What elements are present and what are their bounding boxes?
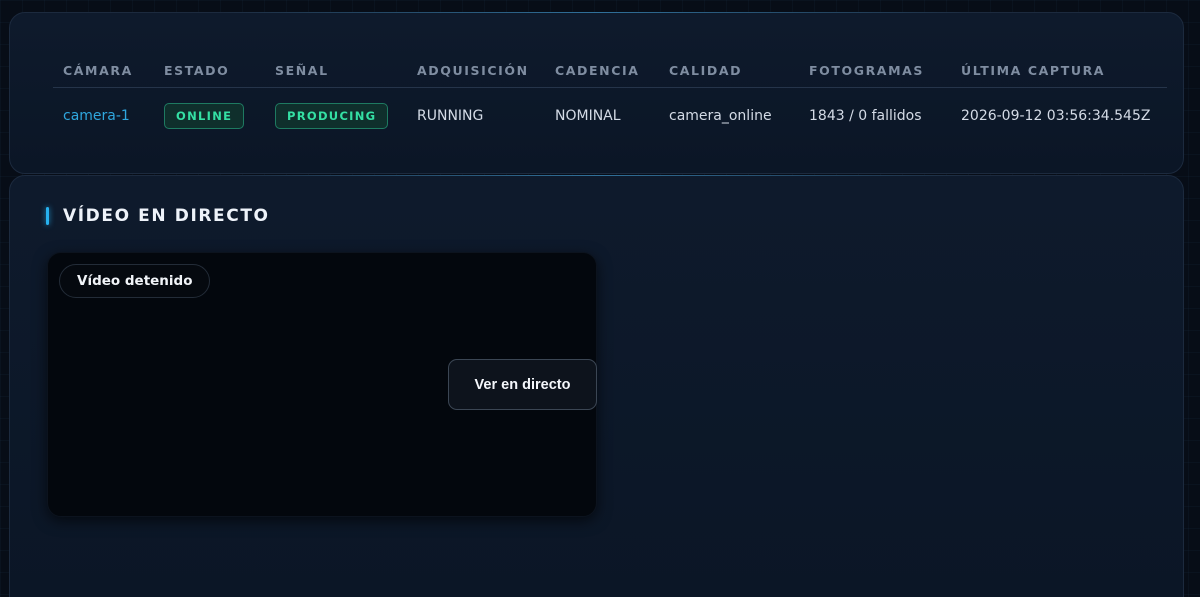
video-player: Vídeo detenido Ver en directo <box>47 252 597 517</box>
senal-cell: PRODUCING <box>265 87 407 144</box>
section-title: VÍDEO EN DIRECTO <box>46 206 270 226</box>
camera-name-link[interactable]: camera-1 <box>53 87 154 144</box>
col-header-estado: ESTADO <box>154 54 265 88</box>
table-header-row: CÁMARA ESTADO SEÑAL ADQUISICIÓN CADENCIA… <box>53 54 1167 88</box>
watch-live-button[interactable]: Ver en directo <box>448 359 597 410</box>
adquisicion-value: RUNNING <box>417 107 484 124</box>
col-header-camara: CÁMARA <box>53 54 154 88</box>
col-header-adquisicion: ADQUISICIÓN <box>407 54 545 88</box>
calidad-value: camera_online <box>669 107 772 124</box>
table-row: camera-1 ONLINE PRODUCING RUNNING NOMINA… <box>53 87 1167 144</box>
ultima-captura-value: 2026-09-12 03:56:34.545Z <box>961 107 1151 124</box>
camera-status-table: CÁMARA ESTADO SEÑAL ADQUISICIÓN CADENCIA… <box>53 54 1167 144</box>
senal-badge: PRODUCING <box>275 102 389 129</box>
col-header-cadencia: CADENCIA <box>545 54 659 88</box>
cadencia-value: NOMINAL <box>555 107 621 124</box>
estado-cell: ONLINE <box>154 87 265 144</box>
section-title-text: VÍDEO EN DIRECTO <box>63 206 270 226</box>
col-header-senal: SEÑAL <box>265 54 407 88</box>
col-header-ultima-captura: ÚLTIMA CAPTURA <box>951 54 1167 88</box>
col-header-calidad: CALIDAD <box>659 54 799 88</box>
title-accent-bar <box>46 207 49 225</box>
estado-badge: ONLINE <box>164 102 245 129</box>
camera-status-panel: CÁMARA ESTADO SEÑAL ADQUISICIÓN CADENCIA… <box>9 12 1184 174</box>
fotogramas-value: 1843 / 0 fallidos <box>809 107 922 124</box>
video-status-pill: Vídeo detenido <box>59 264 211 298</box>
col-header-fotogramas: FOTOGRAMAS <box>799 54 951 88</box>
live-video-panel: VÍDEO EN DIRECTO Vídeo detenido Ver en d… <box>9 175 1184 597</box>
